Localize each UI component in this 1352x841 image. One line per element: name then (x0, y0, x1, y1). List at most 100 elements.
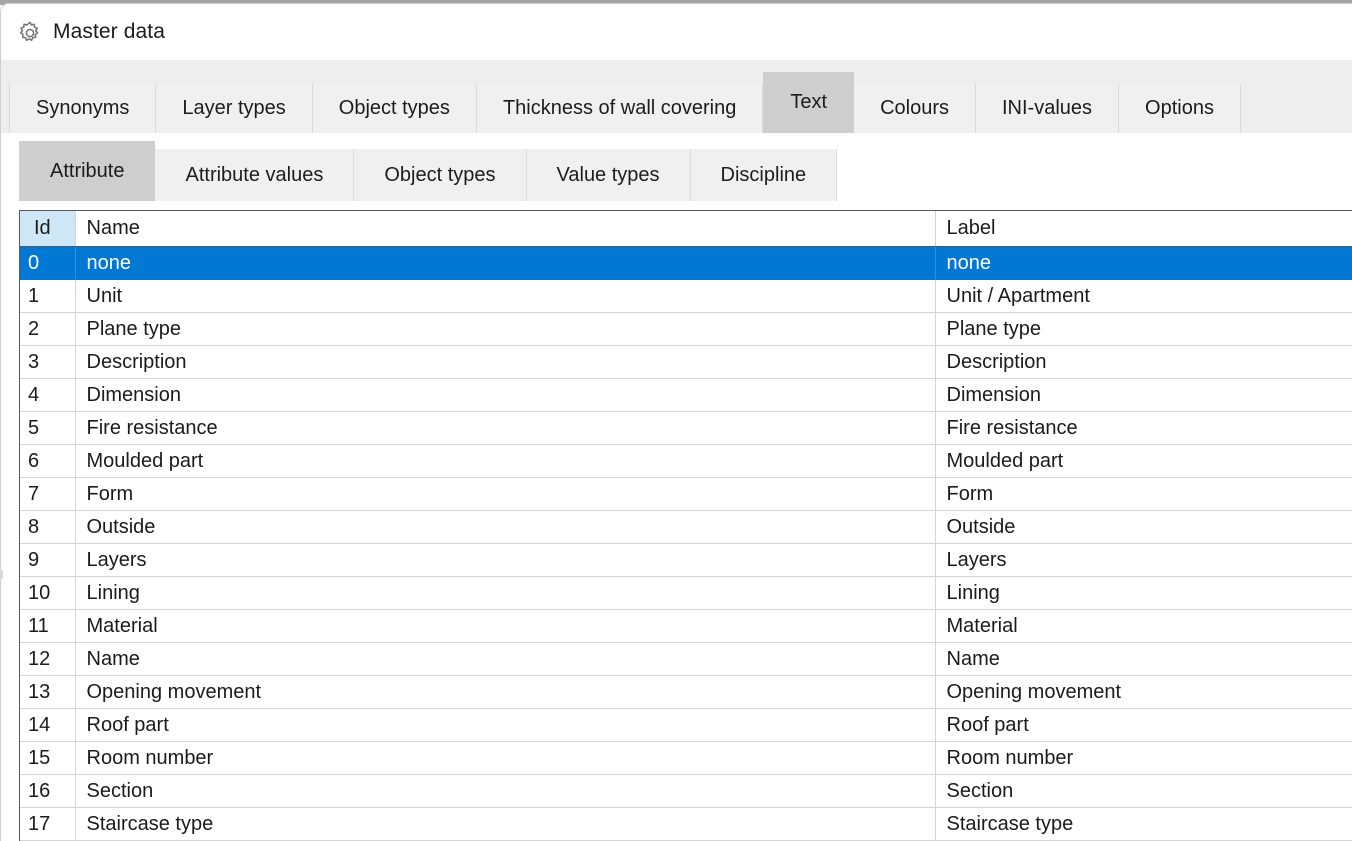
cell-id: 5 (20, 411, 76, 445)
primary-tabstrip-inner: Synonyms Layer types Object types Thickn… (9, 72, 1241, 133)
cell-id: 12 (20, 642, 76, 676)
cell-label: Fire resistance (935, 411, 1352, 445)
table-row[interactable]: 2 Plane type Plane type (20, 312, 1352, 346)
column-header-id[interactable]: Id (20, 211, 76, 247)
subtab-label: Object types (384, 163, 496, 186)
table-row[interactable]: 1 Unit Unit / Apartment (20, 279, 1352, 313)
cell-name: Section (75, 774, 936, 808)
subtab-label: Value types (556, 163, 660, 186)
subtab-attribute-values[interactable]: Attribute values (155, 149, 355, 201)
title-bar: Master data (1, 4, 1352, 60)
tab-label: Text (790, 91, 828, 113)
subtab-label: Attribute values (185, 163, 324, 186)
cell-name: Material (75, 609, 936, 643)
cell-name: Lining (75, 576, 936, 610)
tab-colours[interactable]: Colours (854, 84, 976, 133)
cell-label: Dimension (935, 378, 1352, 412)
cell-id: 15 (20, 741, 76, 775)
table-row[interactable]: 5 Fire resistance Fire resistance (20, 411, 1352, 445)
cell-label: Description (935, 345, 1352, 379)
gear-icon (19, 21, 39, 42)
tab-text[interactable]: Text (763, 72, 855, 133)
table-row[interactable]: 17 Staircase type Staircase type (20, 807, 1352, 841)
cell-id: 16 (20, 774, 76, 808)
table-row[interactable]: 15 Room number Room number (20, 741, 1352, 775)
subtab-attribute[interactable]: Attribute (19, 141, 156, 201)
master-data-window: Master data Synonyms Layer types Object … (0, 0, 1352, 841)
tab-object-types[interactable]: Object types (312, 84, 477, 133)
cell-id: 3 (20, 345, 76, 379)
cell-label: Roof part (935, 708, 1352, 742)
cell-name: Fire resistance (75, 411, 936, 445)
table-row[interactable]: 11 Material Material (20, 609, 1352, 643)
tab-label: Synonyms (36, 97, 130, 119)
subtab-label: Attribute (50, 159, 125, 182)
cell-name: Room number (75, 741, 936, 775)
cell-name: Outside (75, 510, 936, 544)
cell-id: 2 (20, 312, 76, 346)
subtab-label: Discipline (720, 163, 807, 186)
cell-id: 1 (20, 279, 76, 313)
cell-label: Outside (935, 510, 1352, 544)
cell-label: none (935, 246, 1352, 280)
tab-label: Colours (880, 97, 949, 119)
cell-name: Description (75, 345, 936, 379)
cell-name: Unit (75, 279, 936, 313)
table-row[interactable]: 13 Opening movement Opening movement (20, 675, 1352, 709)
cell-id: 14 (20, 708, 76, 742)
table-body: 0 none none 1 Unit Unit / Apartment 2 Pl… (20, 246, 1352, 841)
table-row[interactable]: 3 Description Description (20, 345, 1352, 379)
subtab-discipline[interactable]: Discipline (690, 149, 838, 201)
tab-label: Thickness of wall covering (502, 97, 737, 119)
tab-thickness-of-wall-covering[interactable]: Thickness of wall covering (476, 84, 764, 133)
table-row[interactable]: 7 Form Form (20, 477, 1352, 511)
window-client-area: Master data Synonyms Layer types Object … (0, 3, 1352, 841)
cell-name: Staircase type (75, 807, 936, 841)
table-row[interactable]: 12 Name Name (20, 642, 1352, 676)
table-row[interactable]: 0 none none (20, 246, 1352, 280)
table-row[interactable]: 4 Dimension Dimension (20, 378, 1352, 412)
table-row[interactable]: 10 Lining Lining (20, 576, 1352, 610)
table-row[interactable]: 16 Section Section (20, 774, 1352, 808)
cell-name: Plane type (75, 312, 936, 346)
cell-id: 13 (20, 675, 76, 709)
cell-label: Staircase type (935, 807, 1352, 841)
table-row[interactable]: 14 Roof part Roof part (20, 708, 1352, 742)
column-header-label[interactable]: Label (935, 211, 1352, 247)
tab-ini-values[interactable]: INI-values (975, 84, 1120, 133)
table-row[interactable]: 6 Moulded part Moulded part (20, 444, 1352, 478)
cell-name: Moulded part (75, 444, 936, 478)
cell-label: Layers (935, 543, 1352, 577)
cell-name: Opening movement (75, 675, 936, 709)
cell-label: Plane type (935, 312, 1352, 346)
window-title: Master data (53, 20, 165, 43)
cell-id: 7 (20, 477, 76, 511)
tab-synonyms[interactable]: Synonyms (9, 84, 157, 133)
tab-layer-types[interactable]: Layer types (156, 84, 313, 133)
cell-id: 9 (20, 543, 76, 577)
table-row[interactable]: 9 Layers Layers (20, 543, 1352, 577)
tab-label: Layer types (182, 97, 286, 119)
tab-label: Options (1145, 97, 1214, 119)
cell-label: Lining (935, 576, 1352, 610)
cell-id: 8 (20, 510, 76, 544)
table-row[interactable]: 8 Outside Outside (20, 510, 1352, 544)
tab-options[interactable]: Options (1119, 84, 1241, 133)
column-header-name[interactable]: Name (75, 211, 936, 247)
cell-id: 11 (20, 609, 76, 643)
secondary-tabstrip: Attribute Attribute values Object types … (1, 133, 1352, 209)
cell-label: Unit / Apartment (935, 279, 1352, 313)
subtab-object-types[interactable]: Object types (354, 149, 527, 201)
cell-label: Material (935, 609, 1352, 643)
subtab-value-types[interactable]: Value types (526, 149, 691, 201)
cell-name: Form (75, 477, 936, 511)
cell-name: Dimension (75, 378, 936, 412)
cell-label: Room number (935, 741, 1352, 775)
cell-name: Name (75, 642, 936, 676)
table-header-row: Id Name Label (20, 211, 1352, 247)
cell-id: 10 (20, 576, 76, 610)
cell-name: Roof part (75, 708, 936, 742)
cell-label: Form (935, 477, 1352, 511)
attribute-grid[interactable]: Id Name Label 0 none none 1 Unit Unit / … (19, 210, 1352, 841)
cell-id: 17 (20, 807, 76, 841)
